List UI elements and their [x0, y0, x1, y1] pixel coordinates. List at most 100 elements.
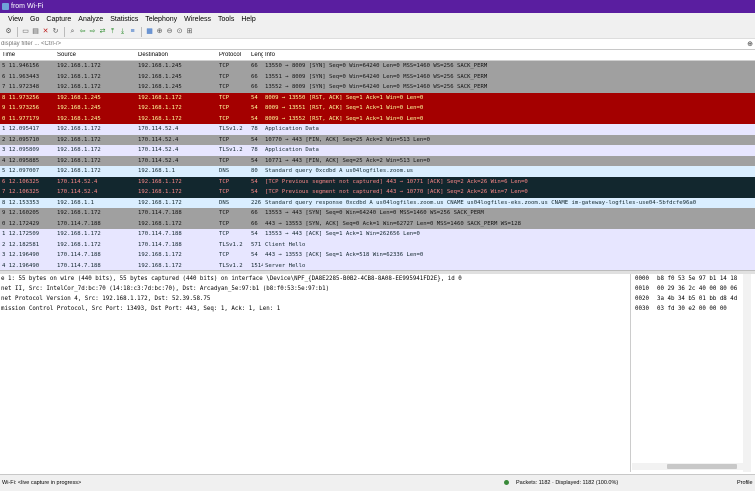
row-timestamp: 11.963443	[8, 73, 40, 80]
zoom-out-icon[interactable]: ⊖	[165, 27, 174, 36]
packet-row[interactable]: 4 12.196490 170.114.7.188 192.168.1.172 TLS…	[0, 260, 755, 270]
close-file-icon[interactable]: ✕	[41, 27, 50, 36]
column-time[interactable]: Time	[0, 52, 55, 58]
go-forward-icon[interactable]: ⇨	[88, 27, 97, 36]
packet-row[interactable]: 8 11.973256 192.168.1.245 192.168.1.172 TCP…	[0, 92, 755, 103]
packet-row[interactable]: 3 12.196490 170.114.7.188 192.168.1.172 TCP…	[0, 250, 755, 261]
packet-row[interactable]: 8 12.153353 192.168.1.1 192.168.1.172 DNS 22…	[0, 197, 755, 208]
menu-telephony[interactable]: Telephony	[145, 16, 177, 23]
colorize-icon[interactable]: ▦	[145, 27, 154, 36]
packet-row[interactable]: 1 12.095417 192.168.1.172 170.114.52.4 TLSv…	[0, 124, 755, 135]
column-protocol[interactable]: Protocol	[217, 52, 249, 58]
status-packets-count: Packets: 1182 · Displayed: 1182 (100.0%)	[516, 480, 619, 486]
detail-tcp[interactable]: mission Control Protocol, Src Port: 1349…	[0, 304, 630, 314]
row-info: 443 → 13553 [ACK] Seq=1 Ack=518 Win=6233…	[265, 252, 424, 259]
packet-row[interactable]: 4 12.095885 192.168.1.172 170.114.52.4 TCP 5…	[0, 155, 755, 166]
zoom-in-icon[interactable]: ⊕	[155, 27, 164, 36]
row-destination: 170.114.7.188	[138, 231, 182, 238]
go-to-packet-icon[interactable]: ⇄	[98, 27, 107, 36]
row-destination: 170.114.52.4	[138, 147, 179, 154]
capture-options-icon[interactable]: ⚙	[4, 27, 13, 36]
packet-row[interactable]: 9 12.160205 192.168.1.172 170.114.7.188 TCP…	[0, 208, 755, 219]
bytes-line[interactable]: 0020 3a 4b 34 b5 01 bb d8 4d	[635, 294, 755, 304]
detail-frame[interactable]: e 1: 55 bytes on wire (440 bits), 55 byt…	[0, 274, 630, 284]
menu-capture[interactable]: Capture	[46, 16, 71, 23]
row-source: 192.168.1.172	[57, 241, 101, 248]
packet-row[interactable]: 7 11.972348 192.168.1.172 192.168.1.245 TCP…	[0, 82, 755, 93]
menu-help[interactable]: Help	[241, 16, 255, 23]
row-destination: 192.168.1.172	[138, 115, 182, 122]
packet-row[interactable]: 0 12.172429 170.114.7.188 192.168.1.172 TCP…	[0, 218, 755, 229]
row-destination: 170.114.52.4	[138, 157, 179, 164]
row-protocol: TCP	[219, 210, 230, 217]
row-info: 10771 → 443 [FIN, ACK] Seq=25 Ack=2 Win=…	[265, 157, 431, 164]
detail-ipv4[interactable]: net Protocol Version 4, Src: 192.168.1.1…	[0, 294, 630, 304]
row-timestamp: 12.095809	[8, 147, 40, 154]
bookmark-icon[interactable]: ⊕	[747, 40, 753, 48]
packet-row[interactable]: 9 11.973256 192.168.1.245 192.168.1.172 TCP…	[0, 103, 755, 114]
packet-row[interactable]: 3 12.095809 192.168.1.172 170.114.52.4 TLSv…	[0, 145, 755, 156]
go-back-icon[interactable]: ⇦	[78, 27, 87, 36]
display-filter-input[interactable]	[0, 39, 745, 49]
reload-icon[interactable]: ↻	[51, 27, 60, 36]
open-file-icon[interactable]: ▭	[21, 27, 30, 36]
packet-row[interactable]: 1 12.172509 192.168.1.172 170.114.7.188 TCP…	[0, 229, 755, 240]
row-protocol: TCP	[219, 94, 230, 101]
packet-row[interactable]: 5 12.097007 192.168.1.172 192.168.1.1 DNS 80…	[0, 166, 755, 177]
row-number: 7	[2, 189, 6, 196]
row-source: 192.168.1.172	[57, 147, 101, 154]
go-last-icon[interactable]: ⤓	[118, 27, 127, 36]
row-timestamp: 12.196490	[8, 252, 40, 259]
bytes-line[interactable]: 0010 00 29 36 2c 40 00 80 06	[635, 284, 755, 294]
row-source: 192.168.1.1	[57, 199, 95, 206]
bytes-line[interactable]: 0000 b8 f0 53 5e 97 b1 14 18	[635, 274, 755, 284]
row-destination: 192.168.1.172	[138, 105, 182, 112]
row-protocol: TCP	[219, 220, 230, 227]
bytes-line[interactable]: 0030 03 fd 30 e2 00 00 00	[635, 304, 755, 314]
find-packet-icon[interactable]: ⌕	[68, 27, 77, 36]
column-destination[interactable]: Destination	[136, 52, 217, 58]
packet-row[interactable]: 2 12.182581 192.168.1.172 170.114.7.188 TLS…	[0, 239, 755, 250]
row-info: 8009 → 13550 [RST, ACK] Seq=1 Ack=1 Win=…	[265, 94, 424, 101]
detail-ethernet[interactable]: net II, Src: IntelCor_7d:bc:70 (14:18:c3…	[0, 284, 630, 294]
packet-row[interactable]: 0 11.977179 192.168.1.245 192.168.1.172 TCP…	[0, 113, 755, 124]
row-info: Application Data	[265, 126, 319, 133]
resize-columns-icon[interactable]: ⊞	[185, 27, 194, 36]
row-info: Client Hello	[265, 241, 306, 248]
menu-tools[interactable]: Tools	[218, 16, 234, 23]
scrollbar-thumb[interactable]	[667, 464, 737, 469]
row-source: 192.168.1.172	[57, 136, 101, 143]
menu-view[interactable]: View	[8, 16, 23, 23]
column-length[interactable]: Length	[249, 52, 263, 58]
packet-row[interactable]: 6 11.963443 192.168.1.172 192.168.1.245 TCP…	[0, 71, 755, 82]
packet-row[interactable]: 5 11.946156 192.168.1.172 192.168.1.245 TCP…	[0, 61, 755, 72]
normal-size-icon[interactable]: ⊙	[175, 27, 184, 36]
row-timestamp: 12.095710	[8, 136, 40, 143]
packet-row[interactable]: 2 12.095710 192.168.1.172 170.114.52.4 TCP 5…	[0, 134, 755, 145]
column-source[interactable]: Source	[55, 52, 136, 58]
packet-row[interactable]: 6 12.106325 170.114.52.4 192.168.1.172 TCP 5…	[0, 176, 755, 187]
status-profile[interactable]: Profile	[737, 476, 753, 491]
row-number: 5	[2, 168, 6, 175]
row-number: 8	[2, 94, 6, 101]
menu-analyze[interactable]: Analyze	[78, 16, 103, 23]
column-info[interactable]: Info	[263, 52, 755, 58]
autoscroll-icon[interactable]: ≡	[128, 27, 137, 36]
row-time: 0 11.977179	[0, 116, 55, 122]
save-file-icon[interactable]: ▤	[31, 27, 40, 36]
menu-statistics[interactable]: Statistics	[110, 16, 138, 23]
row-info: 10770 → 443 [FIN, ACK] Seq=25 Ack=2 Win=…	[265, 136, 431, 143]
row-protocol: TCP	[219, 105, 230, 112]
row-destination: 170.114.52.4	[138, 136, 179, 143]
bytes-vertical-scrollbar[interactable]	[743, 274, 751, 472]
bytes-horizontal-scrollbar[interactable]	[632, 463, 747, 470]
row-number: 0	[2, 220, 6, 227]
go-first-icon[interactable]: ⤒	[108, 27, 117, 36]
row-destination: 192.168.1.245	[138, 63, 182, 70]
row-protocol: TLSv1.2	[219, 262, 243, 269]
row-length: 80	[251, 168, 258, 175]
menu-go[interactable]: Go	[30, 16, 39, 23]
row-source: 192.168.1.172	[57, 157, 101, 164]
menu-wireless[interactable]: Wireless	[184, 16, 211, 23]
packet-row[interactable]: 7 12.106325 170.114.52.4 192.168.1.172 TCP 5…	[0, 187, 755, 198]
